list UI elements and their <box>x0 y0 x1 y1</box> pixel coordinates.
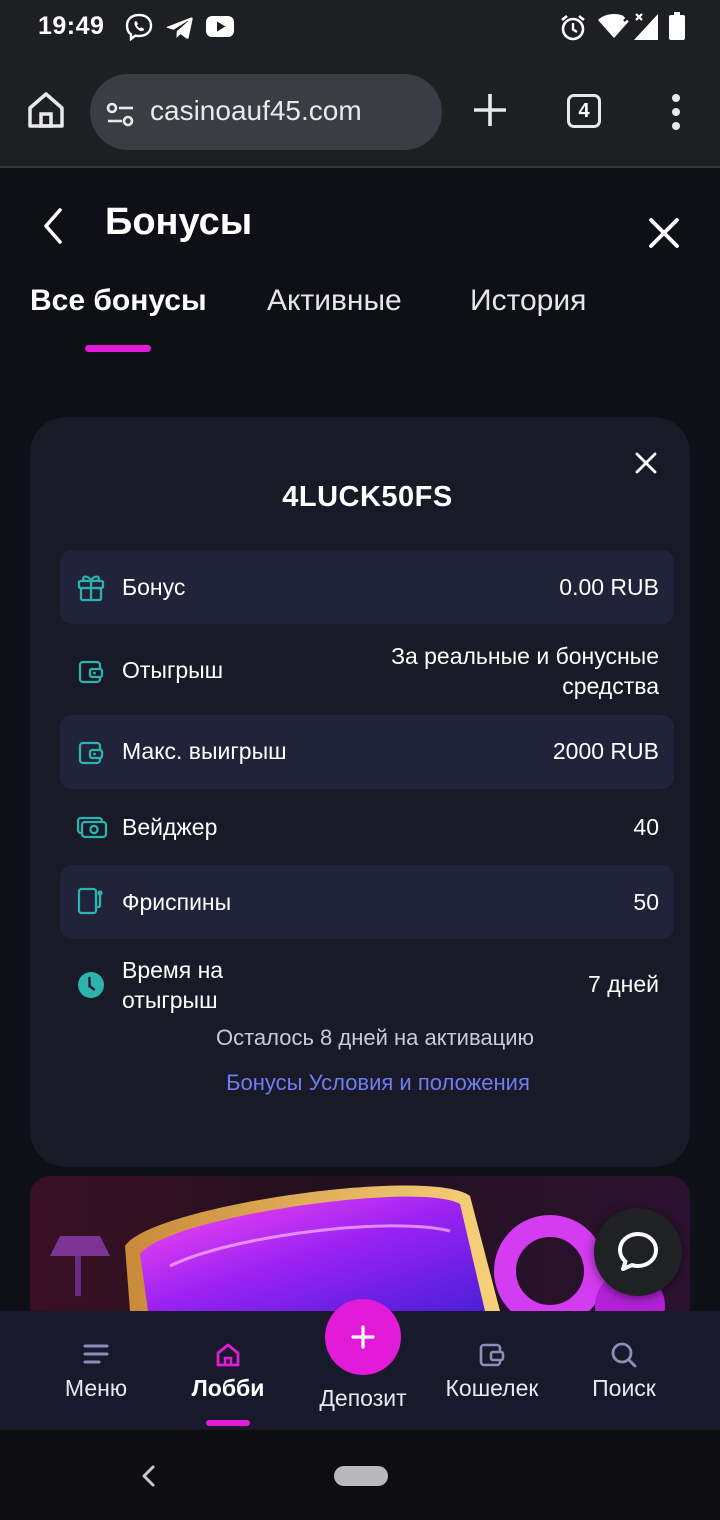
tab-active[interactable]: Активные <box>267 284 402 318</box>
search-icon <box>611 1342 637 1368</box>
row-value: 40 <box>633 814 659 840</box>
row-label: Отыгрыш <box>122 657 224 683</box>
system-back-icon[interactable] <box>140 1464 158 1488</box>
row-value: За реальные и бонусные средства <box>391 641 659 701</box>
nav-lobby-label: Лобби <box>191 1375 265 1401</box>
promo-banner-art <box>50 1185 665 1311</box>
menu-icon <box>83 1344 109 1364</box>
new-tab-button[interactable] <box>468 88 512 132</box>
slot-machine-icon <box>77 887 103 915</box>
page-title: Бонусы <box>105 201 253 243</box>
wager-row: Вейджер 40 <box>60 790 674 864</box>
bottom-navigation: Меню Лобби Депозит Кошелек Поиск <box>0 1299 720 1430</box>
wallet-icon <box>78 660 104 684</box>
row-label: Макс. выигрыш <box>122 738 287 764</box>
viber-icon <box>125 13 153 42</box>
selected-tab-indicator <box>85 345 151 352</box>
tab-switcher-button[interactable]: 4 <box>567 94 601 128</box>
nav-menu-label: Меню <box>64 1375 128 1401</box>
activation-note: Осталось 8 дней на активацию <box>215 1025 535 1050</box>
row-label: Вейджер <box>122 814 218 840</box>
tab-all-bonuses[interactable]: Все бонусы <box>30 284 207 318</box>
promo-banner[interactable] <box>30 1176 690 1311</box>
nav-lobby[interactable]: Лобби <box>178 1311 278 1430</box>
alarm-icon <box>561 14 585 41</box>
home-button[interactable] <box>22 86 70 134</box>
battery-icon <box>669 12 685 40</box>
site-settings-icon[interactable] <box>106 102 136 128</box>
row-value: 50 <box>633 889 659 915</box>
nav-search-label: Поиск <box>592 1375 656 1401</box>
chat-bubble-icon <box>618 1232 658 1271</box>
row-value: 2000 RUB <box>552 738 659 764</box>
wagering-time-row: Время на отыгрыш 7 дней <box>60 947 674 1021</box>
system-navigation-bar <box>0 1430 720 1520</box>
row-label-line2: отыгрыш <box>122 987 218 1013</box>
bonus-row: Бонус 0.00 RUB <box>60 550 674 624</box>
bonus-card: 4LUCK50FS Бонус 0.00 RUB Отыгрыш За реал… <box>30 417 690 1167</box>
wifi-icon <box>598 14 631 38</box>
deposit-button[interactable] <box>325 1299 401 1375</box>
row-label: Бонус <box>122 574 186 600</box>
nav-wallet[interactable]: Кошелек <box>437 1311 547 1430</box>
back-arrow-icon[interactable] <box>34 204 74 248</box>
nav-deposit-label: Депозит <box>319 1385 407 1411</box>
wallet-icon <box>479 1343 505 1367</box>
row-value: 7 дней <box>588 971 659 997</box>
browser-toolbar: casinoauf45.com 4 <box>0 56 720 168</box>
address-bar[interactable]: casinoauf45.com <box>90 74 442 150</box>
row-label: Время на отыгрыш <box>122 955 223 1015</box>
status-time: 19:49 <box>38 12 105 40</box>
free-spins-row: Фриспины 50 <box>60 865 674 939</box>
cash-icon <box>76 816 108 839</box>
signal-icon <box>634 13 658 40</box>
telegram-icon <box>166 17 193 39</box>
bonus-code: 4LUCK50FS <box>282 481 453 513</box>
nav-search[interactable]: Поиск <box>574 1311 674 1430</box>
tab-history[interactable]: История <box>470 284 586 318</box>
row-label: Фриспины <box>122 889 232 915</box>
wagering-row: Отыгрыш За реальные и бонусные средства <box>60 630 674 716</box>
row-value-line1: За реальные и бонусные <box>391 643 659 669</box>
nav-menu[interactable]: Меню <box>46 1311 146 1430</box>
url-text: casinoauf45.com <box>150 95 362 126</box>
youtube-icon <box>206 16 234 37</box>
system-home-handle[interactable] <box>334 1466 388 1486</box>
nav-wallet-label: Кошелек <box>445 1375 539 1401</box>
row-value: 0.00 RUB <box>559 574 659 600</box>
home-icon <box>216 1343 240 1367</box>
nav-selected-indicator <box>206 1420 250 1426</box>
status-bar: 19:49 <box>0 0 720 56</box>
row-label-line1: Время на <box>122 957 224 983</box>
close-card-icon[interactable] <box>634 451 658 475</box>
row-value-line2: средства <box>562 673 659 699</box>
wallet-icon <box>78 741 104 765</box>
support-chat-button[interactable] <box>594 1208 682 1296</box>
max-win-row: Макс. выигрыш 2000 RUB <box>60 715 674 789</box>
clock-icon <box>78 972 104 998</box>
terms-link[interactable]: Бонусы Условия и положения <box>30 1070 690 1096</box>
more-options-icon[interactable] <box>664 90 688 134</box>
gift-icon <box>77 575 105 602</box>
close-icon[interactable] <box>644 213 684 253</box>
plus-icon <box>351 1325 375 1349</box>
